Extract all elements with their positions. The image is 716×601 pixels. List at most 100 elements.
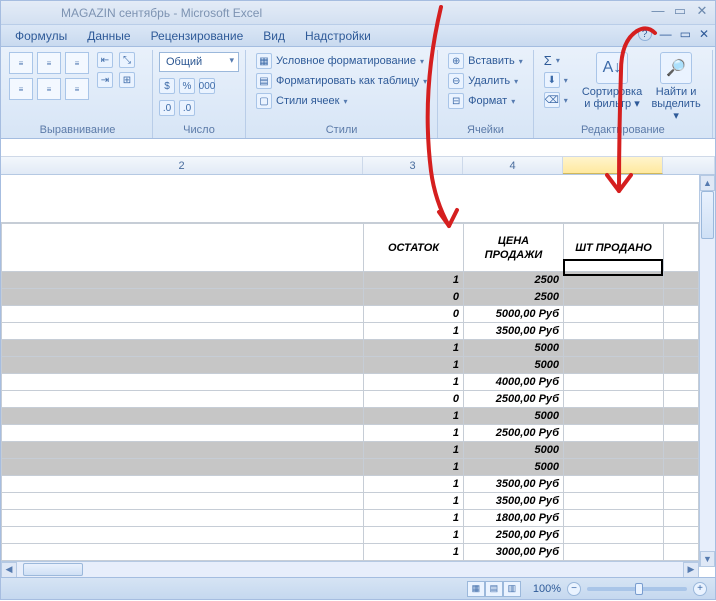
wb-minimize-button[interactable]: — xyxy=(660,27,672,41)
orientation-button[interactable]: ⤡ xyxy=(119,52,135,68)
cell-left[interactable] xyxy=(2,476,364,493)
delete-cells-button[interactable]: ⊖ Удалить ▾ xyxy=(444,72,527,90)
header-extra[interactable] xyxy=(664,224,699,272)
normal-view-button[interactable]: ▦ xyxy=(467,581,485,597)
cell-extra[interactable] xyxy=(664,289,699,306)
vscroll-track[interactable] xyxy=(700,191,715,551)
cell-price[interactable]: 5000 xyxy=(464,340,564,357)
cell-left[interactable] xyxy=(2,391,364,408)
wrap-merge-button[interactable]: ⊞ xyxy=(119,72,135,88)
cell-price[interactable]: 4000,00 Руб xyxy=(464,374,564,391)
cell-ostatok[interactable]: 1 xyxy=(364,544,464,561)
scroll-up-button[interactable]: ▲ xyxy=(700,175,715,191)
tab-review[interactable]: Рецензирование xyxy=(151,29,244,43)
cell-left[interactable] xyxy=(2,408,364,425)
zoom-out-button[interactable]: − xyxy=(567,582,581,596)
tab-view[interactable]: Вид xyxy=(263,29,285,43)
cell-sold[interactable] xyxy=(564,289,664,306)
cell-extra[interactable] xyxy=(664,272,699,289)
cell-extra[interactable] xyxy=(664,510,699,527)
format-cells-button[interactable]: ⊟ Формат ▾ xyxy=(444,92,527,110)
cell-ostatok[interactable]: 1 xyxy=(364,442,464,459)
hscroll-track[interactable] xyxy=(17,562,683,577)
header-ostatok[interactable]: ОСТАТОК xyxy=(364,224,464,272)
cell-extra[interactable] xyxy=(664,323,699,340)
cell-extra[interactable] xyxy=(664,544,699,561)
zoom-in-button[interactable]: + xyxy=(693,582,707,596)
format-as-table-button[interactable]: ▤ Форматировать как таблицу ▾ xyxy=(252,72,431,90)
cell-left[interactable] xyxy=(2,306,364,323)
cell-price[interactable]: 5000 xyxy=(464,442,564,459)
cell-sold[interactable] xyxy=(564,493,664,510)
cell-left[interactable] xyxy=(2,272,364,289)
increase-indent-button[interactable]: ⇥ xyxy=(97,72,113,88)
cell-extra[interactable] xyxy=(664,425,699,442)
cell-sold[interactable] xyxy=(564,374,664,391)
cell-price[interactable]: 3000,00 Руб xyxy=(464,544,564,561)
conditional-formatting-button[interactable]: ▦ Условное форматирование ▾ xyxy=(252,52,431,70)
column-header-selected[interactable] xyxy=(563,157,663,174)
cell-price[interactable]: 5000,00 Руб xyxy=(464,306,564,323)
cell-left[interactable] xyxy=(2,493,364,510)
cell-ostatok[interactable]: 1 xyxy=(364,510,464,527)
cell-extra[interactable] xyxy=(664,527,699,544)
wb-close-button[interactable]: ✕ xyxy=(699,27,709,41)
help-button[interactable]: ? xyxy=(638,27,652,41)
cell-sold[interactable] xyxy=(564,391,664,408)
decrease-indent-button[interactable]: ⇤ xyxy=(97,52,113,68)
sort-filter-button[interactable]: A↓ Сортировкаи фильтр ▾ xyxy=(578,52,646,124)
cell-sold[interactable] xyxy=(564,323,664,340)
cell-left[interactable] xyxy=(2,527,364,544)
close-button[interactable]: ✕ xyxy=(695,3,709,19)
scroll-left-button[interactable]: ◀ xyxy=(1,562,17,578)
align-top-right-button[interactable]: ≡ xyxy=(65,52,89,74)
cell-ostatok[interactable]: 1 xyxy=(364,527,464,544)
cell-extra[interactable] xyxy=(664,493,699,510)
cell-extra[interactable] xyxy=(664,374,699,391)
cell-left[interactable] xyxy=(2,357,364,374)
cell-extra[interactable] xyxy=(664,442,699,459)
cell-left[interactable] xyxy=(2,289,364,306)
column-header-rest[interactable] xyxy=(663,157,715,174)
cell-sold[interactable] xyxy=(564,357,664,374)
fill-button[interactable]: ⬇▾ xyxy=(540,71,572,89)
cell-styles-button[interactable]: ▢ Стили ячеек ▾ xyxy=(252,92,431,110)
cell-left[interactable] xyxy=(2,425,364,442)
page-layout-view-button[interactable]: ▤ xyxy=(485,581,503,597)
zoom-slider-knob[interactable] xyxy=(635,583,643,595)
horizontal-scrollbar[interactable]: ◀ ▶ xyxy=(1,561,699,577)
cell-price[interactable]: 3500,00 Руб xyxy=(464,476,564,493)
hscroll-thumb[interactable] xyxy=(23,563,83,576)
cell-sold[interactable] xyxy=(564,527,664,544)
cell-price[interactable]: 2500 xyxy=(464,272,564,289)
zoom-slider[interactable] xyxy=(587,587,687,591)
increase-decimal-button[interactable]: .0 xyxy=(159,100,175,116)
cell-left[interactable] xyxy=(2,323,364,340)
cell-left[interactable] xyxy=(2,374,364,391)
cell-sold[interactable] xyxy=(564,476,664,493)
autosum-button[interactable]: Σ▾ xyxy=(540,52,572,69)
cell-ostatok[interactable]: 1 xyxy=(364,374,464,391)
align-bottom-left-button[interactable]: ≡ xyxy=(9,78,33,100)
align-bottom-right-button[interactable]: ≡ xyxy=(65,78,89,100)
cell-price[interactable]: 3500,00 Руб xyxy=(464,323,564,340)
percent-format-button[interactable]: % xyxy=(179,78,195,94)
cell-left[interactable] xyxy=(2,544,364,561)
header-price[interactable]: ЦЕНА ПРОДАЖИ xyxy=(464,224,564,272)
cell-ostatok[interactable]: 1 xyxy=(364,272,464,289)
cell-sold[interactable] xyxy=(564,272,664,289)
cell-ostatok[interactable]: 1 xyxy=(364,340,464,357)
tab-addins[interactable]: Надстройки xyxy=(305,29,371,43)
cell-extra[interactable] xyxy=(664,306,699,323)
accounting-format-button[interactable]: $ xyxy=(159,78,175,94)
page-break-view-button[interactable]: ▥ xyxy=(503,581,521,597)
cell-sold[interactable] xyxy=(564,408,664,425)
cell-sold[interactable] xyxy=(564,340,664,357)
cell-price[interactable]: 2500 xyxy=(464,289,564,306)
cell-ostatok[interactable]: 1 xyxy=(364,425,464,442)
column-header-4[interactable]: 4 xyxy=(463,157,563,174)
cell-price[interactable]: 2500,00 Руб xyxy=(464,391,564,408)
cell-left[interactable] xyxy=(2,459,364,476)
cell-ostatok[interactable]: 1 xyxy=(364,459,464,476)
cell-ostatok[interactable]: 1 xyxy=(364,476,464,493)
